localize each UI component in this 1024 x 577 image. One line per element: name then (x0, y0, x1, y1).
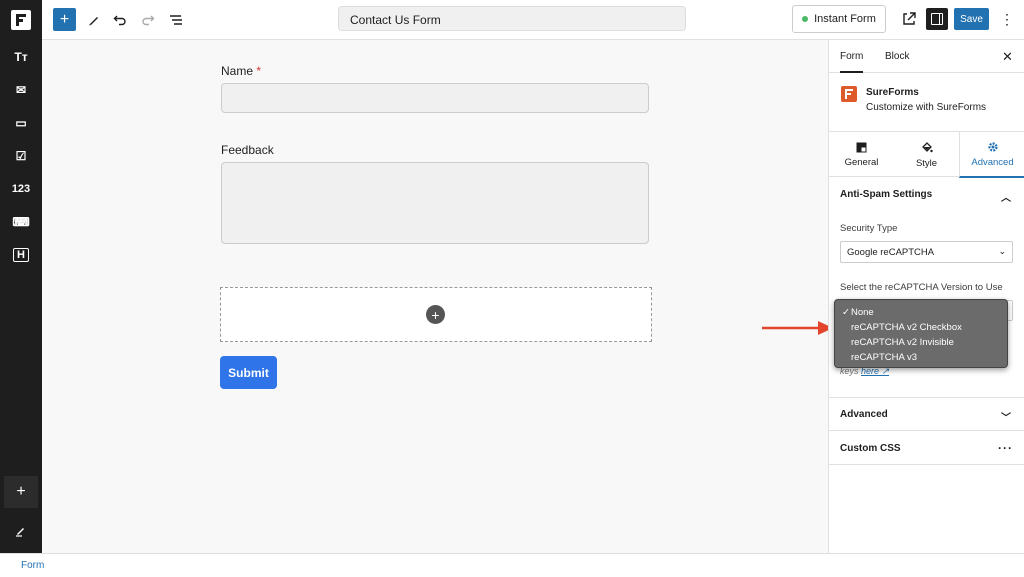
divider (829, 397, 1024, 398)
tab-block[interactable]: Block (885, 51, 909, 62)
feedback-field-label: Feedback (221, 143, 274, 157)
divider (829, 464, 1024, 465)
instant-form-label: Instant Form (814, 13, 876, 25)
pencil-icon[interactable] (0, 516, 42, 546)
security-type-label: Security Type (840, 223, 898, 234)
dropdown-block-icon[interactable]: ⌨ (0, 207, 42, 237)
option-label: reCAPTCHA v2 Invisible (851, 337, 954, 348)
document-overview-icon[interactable] (164, 8, 187, 31)
breadcrumb-form[interactable]: Form (21, 560, 44, 571)
sidebar-tabs: Form Block ✕ (829, 40, 1024, 73)
instant-form-button[interactable]: Instant Form (792, 5, 886, 33)
recaptcha-version-label: Select the reCAPTCHA Version to Use (840, 282, 1003, 293)
dropdown-option[interactable]: reCAPTCHA v3 (835, 350, 1007, 365)
more-horizontal-icon[interactable]: ··· (998, 441, 1013, 455)
status-dot-icon (802, 16, 809, 22)
tab-advanced-label: Advanced (971, 156, 1014, 168)
heading-icon-glyph: H (13, 248, 29, 262)
anti-spam-section-header[interactable]: Anti-Spam Settings ︿ (829, 189, 1024, 204)
undo-icon[interactable] (108, 8, 131, 31)
tab-style[interactable]: Style (894, 132, 959, 178)
add-block-button[interactable]: + (53, 8, 76, 31)
option-label: reCAPTCHA v3 (851, 352, 917, 363)
checkbox-block-icon[interactable]: ☑ (0, 141, 42, 171)
recaptcha-version-dropdown: ✓ None reCAPTCHA v2 Checkbox reCAPTCHA v… (834, 299, 1008, 368)
settings-sidebar: Form Block ✕ SureForms Customize with Su… (828, 40, 1024, 553)
close-icon[interactable]: ✕ (1002, 49, 1013, 65)
edit-tool-icon[interactable] (82, 8, 105, 31)
style-tabs: General Style Advanced (829, 131, 1024, 178)
textarea-block-icon[interactable]: ▭ (0, 108, 42, 138)
dropdown-option[interactable]: reCAPTCHA v2 Invisible (835, 335, 1007, 350)
advanced-section-header[interactable]: Advanced ﹀ (829, 409, 1024, 424)
form-canvas: Name * Feedback + Submit (42, 40, 828, 553)
top-toolbar: + Contact Us Form Instant Form Save ⋮ (0, 0, 1024, 40)
email-block-icon[interactable]: ✉ (0, 75, 42, 105)
name-label-text: Name (221, 64, 254, 78)
footer-breadcrumb-bar: Form (0, 553, 1024, 577)
brand-title: SureForms (866, 87, 919, 98)
text-block-icon[interactable]: Tт (0, 42, 42, 72)
settings-panel-toggle[interactable] (926, 8, 948, 30)
divider (829, 430, 1024, 431)
feedback-textarea[interactable] (221, 162, 649, 244)
chevron-up-icon: ︿ (1001, 193, 1011, 204)
tab-form[interactable]: Form (840, 51, 864, 73)
logo-icon (11, 10, 31, 30)
anti-spam-title: Anti-Spam Settings (840, 189, 933, 200)
layout-icon (856, 142, 867, 153)
save-button[interactable]: Save (954, 8, 989, 30)
chevron-down-icon: ⌄ (998, 246, 1006, 256)
external-link-icon[interactable] (900, 10, 918, 28)
custom-css-section-header[interactable]: Custom CSS ··· (829, 441, 1024, 455)
tab-advanced[interactable]: Advanced (959, 132, 1024, 178)
required-marker: * (256, 64, 262, 78)
number-block-icon[interactable]: 123 (0, 174, 42, 204)
name-field-label: Name * (221, 64, 261, 78)
submit-button[interactable]: Submit (220, 356, 277, 389)
redo-icon[interactable] (136, 8, 159, 31)
option-label: reCAPTCHA v2 Checkbox (851, 322, 962, 333)
security-type-select[interactable]: Google reCAPTCHA ⌄ (840, 241, 1013, 263)
rail-add-button[interactable]: + (4, 476, 38, 508)
sureforms-logo[interactable] (0, 0, 42, 40)
more-options-icon[interactable]: ⋮ (1000, 10, 1014, 28)
name-input[interactable] (221, 83, 649, 113)
advanced-title: Advanced (840, 409, 888, 420)
heading-block-icon[interactable]: H (0, 240, 42, 270)
brand-subtitle: Customize with SureForms (866, 102, 987, 113)
add-block-circle-icon[interactable]: + (426, 305, 445, 324)
custom-css-title: Custom CSS (840, 443, 901, 454)
document-title[interactable]: Contact Us Form (338, 6, 686, 31)
chevron-down-icon: ﹀ (1001, 413, 1011, 424)
tab-style-label: Style (915, 157, 938, 169)
block-rail: Tт ✉ ▭ ☑ 123 ⌨ H + (0, 40, 42, 553)
gear-icon (987, 141, 998, 152)
tab-general[interactable]: General (829, 132, 894, 178)
option-label: None (851, 307, 874, 318)
paint-bucket-icon (921, 141, 933, 152)
security-type-value: Google reCAPTCHA (847, 247, 935, 258)
dropdown-option[interactable]: reCAPTCHA v2 Checkbox (835, 320, 1007, 335)
dropdown-option[interactable]: ✓ None (835, 305, 1007, 320)
checkmark-icon: ✓ (842, 307, 850, 318)
tab-general-label: General (844, 157, 879, 168)
block-appender[interactable]: + (220, 287, 652, 342)
annotation-arrow-icon (762, 321, 833, 335)
sidebar-icon (931, 13, 943, 25)
sureforms-brand-icon (841, 86, 857, 102)
